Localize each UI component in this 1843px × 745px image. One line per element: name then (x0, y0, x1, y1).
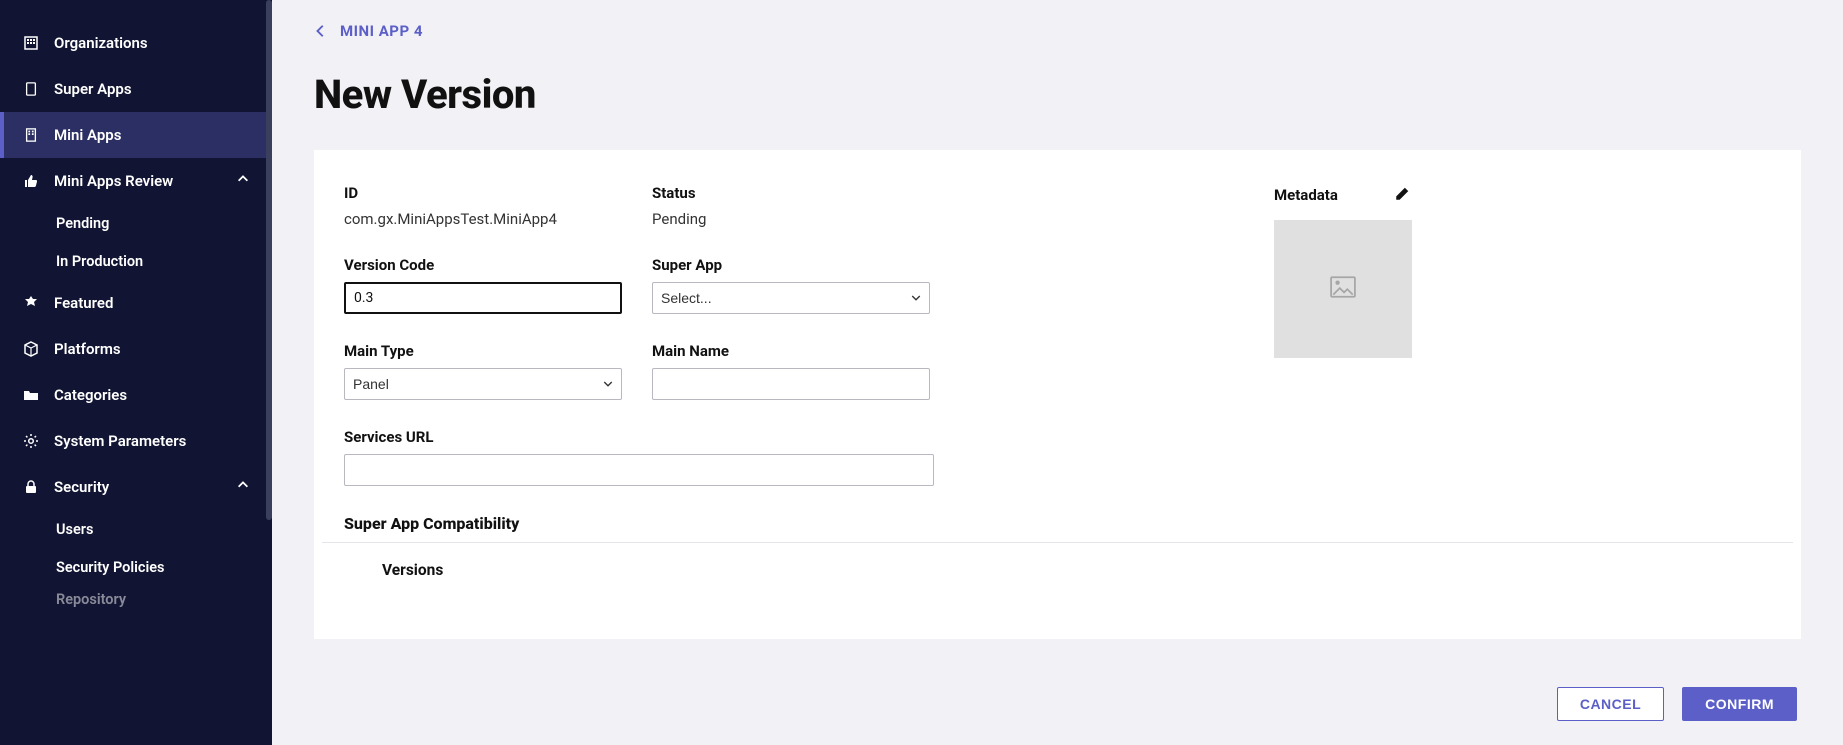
sidebar-item-label: Super Apps (54, 80, 132, 98)
version-code-value: 0.3 (354, 290, 373, 306)
main-type-label: Main Type (344, 342, 622, 360)
sidebar-item-label: Mini Apps Review (54, 172, 173, 190)
metadata-thumbnail (1274, 220, 1412, 358)
version-code-label: Version Code (344, 256, 622, 274)
sidebar-item-label: Featured (54, 294, 113, 312)
thumb-up-icon (22, 172, 40, 190)
lock-icon (22, 478, 40, 496)
sidebar-item-label: In Production (56, 253, 143, 270)
sidebar-item-label: Security Policies (56, 559, 165, 576)
folder-icon (22, 386, 40, 404)
sidebar-sub-pending[interactable]: Pending (0, 204, 272, 242)
badge-icon (22, 294, 40, 312)
sidebar-sub-security-policies[interactable]: Security Policies (0, 548, 272, 586)
sidebar-item-super-apps[interactable]: Super Apps (0, 66, 272, 112)
sidebar-item-organizations[interactable]: Organizations (0, 20, 272, 66)
services-url-input[interactable] (344, 454, 934, 486)
status-value: Pending (652, 210, 930, 228)
edit-metadata-button[interactable] (1394, 184, 1412, 206)
sidebar-item-mini-apps-review[interactable]: Mini Apps Review (0, 158, 272, 204)
chevron-up-icon (236, 172, 250, 190)
image-placeholder-icon (1330, 276, 1356, 302)
sidebar-sub-repository[interactable]: Repository (0, 586, 272, 612)
sidebar-item-label: Organizations (54, 34, 148, 52)
box-icon (22, 340, 40, 358)
main-name-input[interactable] (652, 368, 930, 400)
sidebar-item-label: Pending (56, 215, 109, 232)
page-title: New Version (314, 71, 1801, 118)
sidebar-sub-users[interactable]: Users (0, 510, 272, 548)
sidebar-item-label: Security (54, 478, 109, 496)
sidebar-item-label: Mini Apps (54, 126, 121, 144)
sidebar-item-label: Platforms (54, 340, 121, 358)
building-icon (22, 34, 40, 52)
gear-icon (22, 432, 40, 450)
form-card: ID com.gx.MiniAppsTest.MiniApp4 Status P… (314, 150, 1801, 639)
metadata-label: Metadata (1274, 186, 1338, 204)
sidebar-item-label: System Parameters (54, 432, 186, 450)
sidebar-item-featured[interactable]: Featured (0, 280, 272, 326)
footer-actions: CANCEL CONFIRM (1557, 687, 1797, 721)
chevron-up-icon (236, 478, 250, 496)
id-value: com.gx.MiniAppsTest.MiniApp4 (344, 210, 622, 228)
chevron-left-icon (314, 23, 328, 39)
main-type-select[interactable]: Panel (344, 368, 622, 400)
sidebar-item-security[interactable]: Security (0, 464, 272, 510)
super-app-label: Super App (652, 256, 930, 274)
sidebar-item-categories[interactable]: Categories (0, 372, 272, 418)
metadata-panel: Metadata (1274, 184, 1412, 358)
sidebar-item-mini-apps[interactable]: Mini Apps (0, 112, 272, 158)
sidebar-item-label: Categories (54, 386, 127, 404)
confirm-button[interactable]: CONFIRM (1682, 687, 1797, 721)
building2-icon (22, 126, 40, 144)
versions-title: Versions (344, 561, 1771, 579)
sidebar-sub-in-production[interactable]: In Production (0, 242, 272, 280)
cancel-button[interactable]: CANCEL (1557, 687, 1664, 721)
sidebar-item-label: Repository (56, 591, 126, 608)
sidebar-item-system-parameters[interactable]: System Parameters (0, 418, 272, 464)
compat-title: Super App Compatibility (344, 514, 1771, 533)
services-url-label: Services URL (344, 428, 934, 446)
breadcrumb-label: MINI APP 4 (340, 22, 423, 40)
header-area: MINI APP 4 New Version (272, 0, 1843, 128)
super-app-select[interactable]: Select... (652, 282, 930, 314)
device-icon (22, 80, 40, 98)
sidebar: Organizations Super Apps Mini Apps Mini … (0, 0, 272, 745)
breadcrumb-back-link[interactable]: MINI APP 4 (314, 22, 423, 40)
sidebar-item-platforms[interactable]: Platforms (0, 326, 272, 372)
id-label: ID (344, 184, 622, 202)
main-content: MINI APP 4 New Version ID com.gx.MiniApp… (272, 0, 1843, 745)
version-code-input[interactable]: 0.3 (344, 282, 622, 314)
main-name-label: Main Name (652, 342, 930, 360)
status-label: Status (652, 184, 930, 202)
sidebar-item-label: Users (56, 521, 93, 538)
